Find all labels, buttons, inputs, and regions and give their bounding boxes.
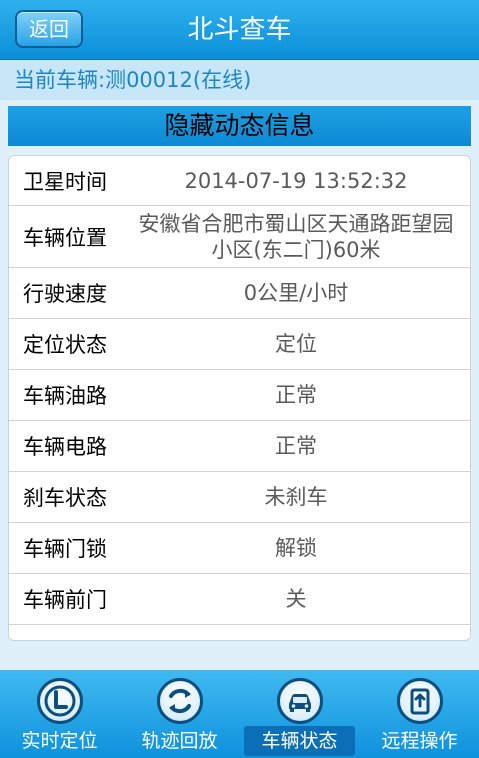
table-row-fuel-circuit: 车辆油路 正常 <box>9 370 470 421</box>
row-value: 0公里/小时 <box>243 281 349 305</box>
dynamic-info-list[interactable]: 卫星时间 2014-07-19 13:52:32 车辆位置 安徽省合肥市蜀山区天… <box>8 155 471 641</box>
table-row-door-lock: 车辆门锁 解锁 <box>9 523 470 574</box>
tab-vehicle-status[interactable]: 车辆状态 <box>240 670 359 758</box>
row-value: 解锁 <box>275 536 317 560</box>
tab-label: 车辆状态 <box>261 730 338 752</box>
table-row-positioning-status: 定位状态 定位 <box>9 319 470 370</box>
row-label: 卫星时间 <box>23 169 107 194</box>
remote-phone-icon <box>397 678 443 724</box>
tab-label: 轨迹回放 <box>141 730 218 752</box>
location-l-icon <box>37 678 83 724</box>
table-row-speed: 行驶速度 0公里/小时 <box>9 268 470 319</box>
current-vehicle-label: 当前车辆:测00012(在线) <box>0 60 479 100</box>
table-row-satellite-time: 卫星时间 2014-07-19 13:52:32 <box>9 156 470 206</box>
row-label: 刹车状态 <box>23 486 107 510</box>
row-label: 行驶速度 <box>23 282 107 306</box>
row-value: 未刹车 <box>264 485 328 509</box>
tab-realtime-location[interactable]: 实时定位 <box>0 670 119 758</box>
row-label: 车辆油路 <box>23 384 107 408</box>
table-row-electric-circuit: 车辆电路 正常 <box>9 421 470 472</box>
section-title: 隐藏动态信息 <box>8 106 471 146</box>
row-label: 车辆电路 <box>23 435 107 459</box>
row-label: 车辆位置 <box>23 225 107 250</box>
tab-label: 远程操作 <box>381 730 458 752</box>
playback-arrows-icon <box>157 678 203 724</box>
bottom-tab-bar: 实时定位 轨迹回放 车辆状态 远程操作 <box>0 670 479 758</box>
table-row-brake-status: 刹车状态 未刹车 <box>9 472 470 523</box>
row-label: 车辆前门 <box>23 588 107 612</box>
table-row-vehicle-location: 车辆位置 安徽省合肥市蜀山区天通路距望园小区(东二门)60米 <box>9 206 470 268</box>
car-icon <box>277 678 323 724</box>
row-value: 关 <box>285 587 307 611</box>
row-label: 定位状态 <box>23 333 107 357</box>
row-value: 安徽省合肥市蜀山区天通路距望园小区(东二门)60米 <box>138 211 454 262</box>
table-row-front-door: 车辆前门 关 <box>9 574 470 625</box>
row-value: 2014-07-19 13:52:32 <box>184 168 408 193</box>
top-bar: 返回 北斗查车 <box>0 0 479 60</box>
row-value: 正常 <box>275 434 317 458</box>
tab-remote-operation[interactable]: 远程操作 <box>360 670 479 758</box>
tab-label: 实时定位 <box>21 730 98 752</box>
back-button[interactable]: 返回 <box>15 10 83 48</box>
tab-track-playback[interactable]: 轨迹回放 <box>120 670 239 758</box>
row-value: 定位 <box>275 332 317 356</box>
row-label: 车辆门锁 <box>23 537 107 561</box>
row-value: 正常 <box>275 383 317 407</box>
